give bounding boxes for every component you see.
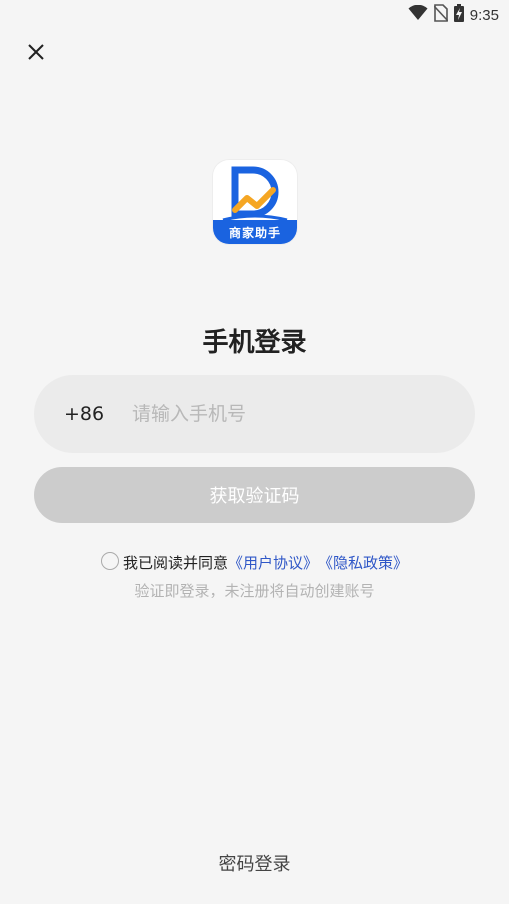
wifi-icon <box>408 4 428 25</box>
status-time: 9:35 <box>469 6 499 24</box>
no-sim-icon <box>433 4 449 26</box>
privacy-policy-link[interactable]: 《隐私政策》 <box>318 552 408 573</box>
page-title: 手机登录 <box>202 328 307 358</box>
country-code-selector[interactable]: +86 <box>64 403 130 425</box>
agreement-checkbox[interactable] <box>100 551 119 570</box>
close-button[interactable] <box>20 38 52 70</box>
status-icons: 9:35 <box>408 4 499 26</box>
close-icon <box>27 43 45 65</box>
password-login-link[interactable]: 密码登录 <box>0 850 509 876</box>
app-logo-text: 商家助手 <box>228 225 281 240</box>
phone-input-row: +86 <box>34 375 475 453</box>
app-logo-band: 商家助手 <box>213 220 297 244</box>
agreement-note: 验证即登录，未注册将自动创建账号 <box>134 582 375 600</box>
agreement-row: 我已阅读并同意 《用户协议》 《隐私政策》 <box>0 551 509 573</box>
app-logo-mark <box>222 166 288 222</box>
phone-input[interactable] <box>130 402 434 426</box>
agreement-prefix: 我已阅读并同意 <box>122 554 228 572</box>
get-code-button[interactable]: 获取验证码 <box>34 467 475 523</box>
battery-charging-icon <box>453 4 464 26</box>
status-bar: 9:35 <box>0 0 509 28</box>
app-logo: 商家助手 <box>213 160 297 244</box>
user-agreement-link[interactable]: 《用户协议》 <box>228 552 318 573</box>
